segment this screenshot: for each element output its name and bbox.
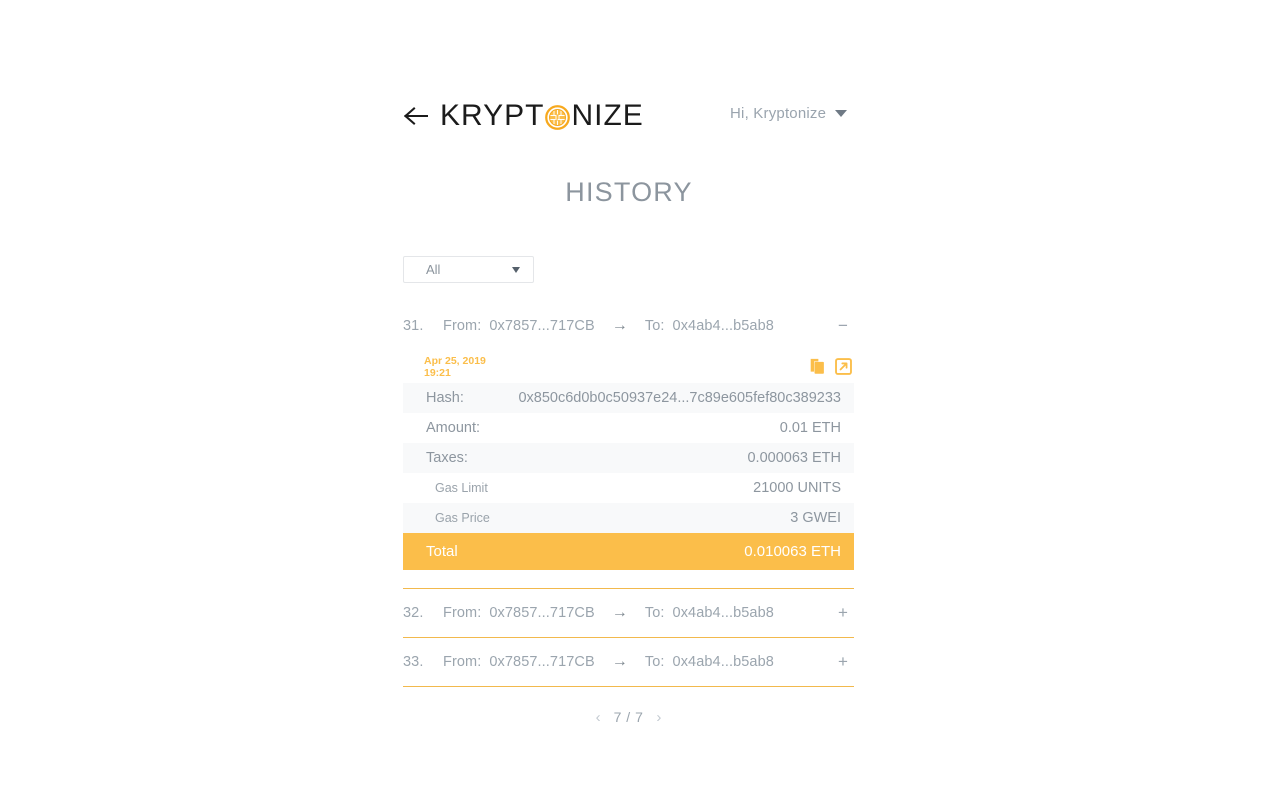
- detail-key: Amount:: [426, 420, 480, 436]
- app-logo[interactable]: KRYPT NIZE: [440, 101, 644, 131]
- app-header: KRYPT NIZE Hi, Kryptonize: [403, 96, 854, 136]
- external-link-icon[interactable]: [835, 358, 852, 375]
- filter-select-value[interactable]: All: [403, 256, 534, 283]
- to-address: 0x4ab4...b5ab8: [672, 654, 774, 670]
- detail-row-hash: Hash: 0x850c6d0b0c50937e24...7c89e605fef…: [403, 383, 854, 413]
- back-arrow-icon[interactable]: [403, 103, 429, 129]
- copy-icon[interactable]: [809, 358, 826, 375]
- transaction-list: 31. From: 0x7857...717CB → To: 0x4ab4...…: [403, 302, 854, 687]
- to-group: To: 0x4ab4...b5ab8: [645, 318, 774, 334]
- from-address: 0x7857...717CB: [489, 654, 595, 670]
- from-label: From:: [443, 318, 482, 334]
- arrow-right-icon: →: [611, 653, 628, 670]
- detail-key: Total: [426, 543, 458, 560]
- detail-row-amount: Amount: 0.01 ETH: [403, 413, 854, 443]
- transaction-detail: Apr 25, 2019 19:21 Hash: 0x850c6d0b0c509…: [403, 350, 854, 588]
- history-content: All 31. From: 0x7857...717CB → To: 0x4ab…: [403, 256, 854, 732]
- detail-value: 0x850c6d0b0c50937e24...7c89e605fef80c389…: [518, 390, 841, 406]
- expand-toggle-button[interactable]: +: [832, 652, 854, 672]
- page-indicator: 7 / 7: [613, 709, 644, 725]
- page-title: HISTORY: [565, 177, 693, 207]
- from-label: From:: [443, 654, 482, 670]
- user-menu[interactable]: Hi, Kryptonize: [730, 105, 848, 122]
- to-address: 0x4ab4...b5ab8: [672, 318, 774, 334]
- to-label: To:: [644, 654, 665, 670]
- to-group: To: 0x4ab4...b5ab8: [645, 605, 774, 621]
- transaction-time: 19:21: [424, 366, 451, 379]
- arrow-right-icon: →: [611, 604, 628, 621]
- to-label: To:: [644, 605, 665, 621]
- transaction-detail-header: Apr 25, 2019 19:21: [403, 350, 854, 383]
- detail-row-gas-limit: Gas Limit 21000 UNITS: [403, 473, 854, 503]
- arrow-right-icon: →: [611, 317, 628, 334]
- chevron-down-icon: [835, 110, 848, 117]
- detail-value: 0.000063 ETH: [747, 450, 841, 466]
- from-label: From:: [443, 605, 482, 621]
- detail-key: Gas Limit: [435, 481, 488, 495]
- detail-row-taxes: Taxes: 0.000063 ETH: [403, 443, 854, 473]
- logo-text-right: NIZE: [571, 99, 644, 132]
- detail-value: 21000 UNITS: [753, 480, 841, 496]
- history-page: KRYPT NIZE Hi, Kryptonize HISTORY All 31…: [0, 0, 1280, 800]
- row-divider: [403, 588, 854, 589]
- from-address: 0x7857...717CB: [489, 318, 595, 334]
- user-greeting-label: Hi, Kryptonize: [730, 105, 827, 122]
- detail-value: 0.01 ETH: [779, 420, 841, 436]
- expand-toggle-button[interactable]: +: [832, 603, 854, 623]
- transaction-timestamp: Apr 25, 2019 19:21: [424, 355, 486, 379]
- next-page-button[interactable]: ›: [656, 710, 661, 725]
- prev-page-button[interactable]: ‹: [596, 710, 601, 725]
- table-row[interactable]: 32. From: 0x7857...717CB → To: 0x4ab4...…: [403, 589, 854, 637]
- row-divider: [403, 686, 854, 687]
- transaction-index: 33.: [403, 654, 424, 670]
- transaction-detail-actions: [809, 358, 852, 375]
- detail-value: 3 GWEI: [790, 510, 841, 526]
- table-row[interactable]: 31. From: 0x7857...717CB → To: 0x4ab4...…: [403, 302, 854, 350]
- detail-key: Gas Price: [435, 511, 490, 525]
- from-address: 0x7857...717CB: [489, 605, 595, 621]
- transaction-index: 32.: [403, 605, 424, 621]
- transaction-date: Apr 25, 2019: [424, 354, 486, 367]
- transaction-detail-rows: Hash: 0x850c6d0b0c50937e24...7c89e605fef…: [403, 383, 854, 570]
- logo-text-left: KRYPT: [440, 99, 545, 132]
- to-group: To: 0x4ab4...b5ab8: [645, 654, 774, 670]
- to-label: To:: [644, 318, 665, 334]
- detail-row-total: Total 0.010063 ETH: [403, 533, 854, 570]
- coin-icon: [545, 104, 571, 130]
- table-row[interactable]: 33. From: 0x7857...717CB → To: 0x4ab4...…: [403, 638, 854, 686]
- detail-value: 0.010063 ETH: [744, 543, 841, 560]
- detail-key: Taxes:: [426, 450, 468, 466]
- collapse-toggle-button[interactable]: −: [832, 316, 854, 336]
- to-address: 0x4ab4...b5ab8: [672, 605, 774, 621]
- filter-dropdown[interactable]: All: [403, 256, 534, 283]
- detail-key: Hash:: [426, 390, 464, 406]
- row-divider: [403, 637, 854, 638]
- pagination: ‹ 7 / 7 ›: [403, 702, 854, 732]
- transaction-index: 31.: [403, 318, 424, 334]
- detail-row-gas-price: Gas Price 3 GWEI: [403, 503, 854, 533]
